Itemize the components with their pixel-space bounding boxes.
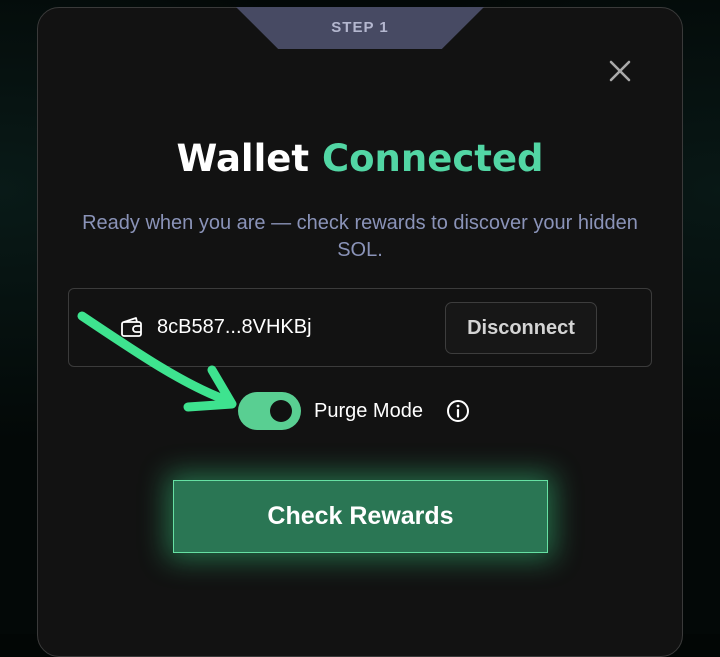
- check-rewards-button[interactable]: Check Rewards: [173, 480, 548, 553]
- dialog-subtitle: Ready when you are — check rewards to di…: [82, 212, 638, 261]
- purge-mode-toggle[interactable]: [238, 392, 301, 430]
- purge-mode-label: Purge Mode: [314, 400, 423, 422]
- close-button[interactable]: [607, 58, 633, 84]
- close-icon: [609, 60, 631, 82]
- wallet-address: 8cB587...8VHKBj: [157, 316, 312, 338]
- disconnect-button[interactable]: Disconnect: [445, 302, 597, 354]
- title-wallet: Wallet: [176, 137, 310, 180]
- toggle-knob: [270, 400, 292, 422]
- step-label: STEP 1: [331, 18, 389, 36]
- wallet-icon: [121, 317, 142, 337]
- info-icon[interactable]: [446, 399, 470, 423]
- dialog-title: Wallet Connected: [0, 136, 720, 182]
- step-indicator: STEP 1: [236, 7, 484, 49]
- title-connected: Connected: [321, 137, 544, 180]
